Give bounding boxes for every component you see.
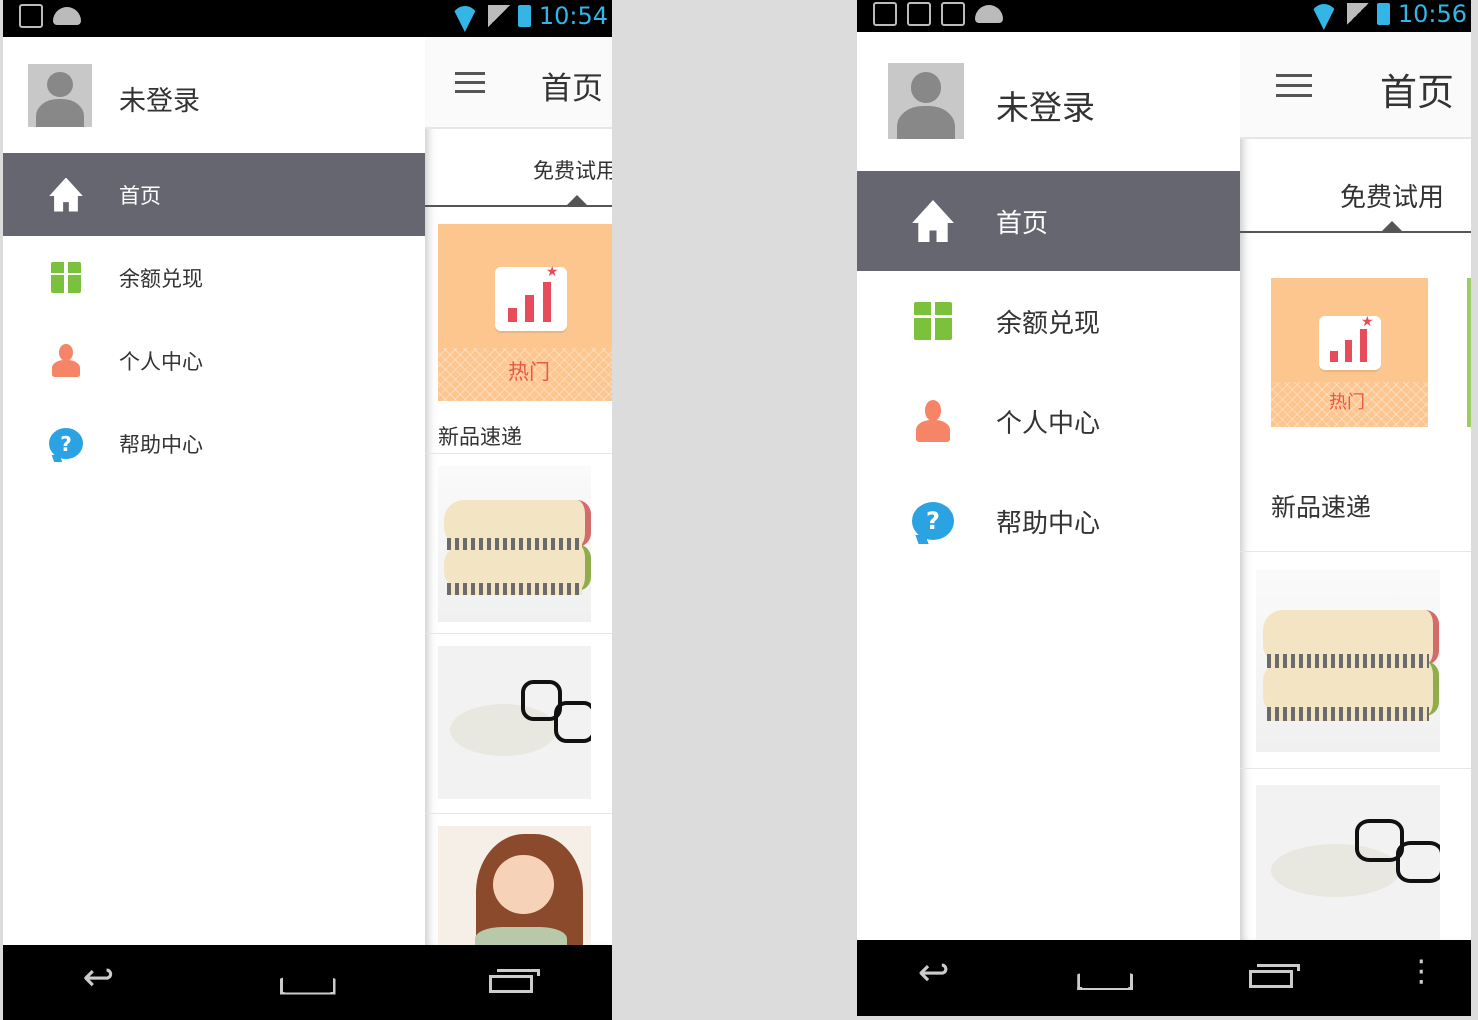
- drawer-item-label: 首页: [119, 183, 161, 208]
- android-icon: [53, 7, 81, 25]
- signal-icon: [1346, 3, 1369, 25]
- page-title: 首页: [541, 71, 603, 107]
- drawer-item-help[interactable]: ? 帮助中心: [857, 471, 1240, 571]
- star-icon: ★: [545, 264, 559, 281]
- back-icon[interactable]: [910, 950, 970, 996]
- chart-icon: ★: [1319, 313, 1381, 370]
- status-bar: 10:54: [3, 0, 612, 37]
- drawer-item-label: 个人中心: [996, 408, 1101, 439]
- help-icon: ?: [912, 500, 954, 542]
- help-icon: ?: [49, 427, 83, 461]
- home-icon: [912, 200, 954, 242]
- notification-icons: [19, 4, 81, 28]
- overflow-menu-icon[interactable]: [1406, 954, 1436, 996]
- battery-icon: [1376, 3, 1390, 25]
- drawer-item-profile[interactable]: 个人中心: [3, 319, 425, 402]
- list-item[interactable]: [425, 453, 612, 634]
- section-title: 新品速递: [1271, 493, 1372, 522]
- hot-label: 热门: [508, 360, 550, 384]
- download-icon: [873, 2, 897, 26]
- drawer-item-home[interactable]: 首页: [3, 153, 425, 236]
- hot-label: 热门: [1329, 392, 1365, 413]
- no-sd-icon: [907, 2, 931, 26]
- star-icon: ★: [1361, 313, 1374, 330]
- signal-icon: [487, 5, 510, 27]
- username: 未登录: [119, 86, 200, 117]
- hot-category-card[interactable]: ★ 热门: [438, 224, 612, 401]
- recent-apps-icon[interactable]: [1241, 960, 1301, 996]
- drawer-item-label: 个人中心: [119, 349, 203, 374]
- product-image: [438, 826, 591, 956]
- list-item[interactable]: [1240, 768, 1471, 941]
- drawer-header[interactable]: 未登录: [857, 32, 1240, 171]
- phone-screen-2: 10:56 首页 免费试用 ★ 热门 新品速递 未登录 首页 余额兑现 个人中心…: [857, 0, 1471, 1016]
- battery-icon: [517, 5, 531, 27]
- drawer-header[interactable]: 未登录: [3, 37, 425, 153]
- system-indicators: 10:56: [1309, 0, 1467, 28]
- product-image: [1256, 785, 1440, 941]
- navigation-drawer: 未登录 首页 余额兑现 个人中心 ? 帮助中心: [3, 37, 425, 945]
- drawer-item-withdraw[interactable]: 余额兑现: [857, 271, 1240, 371]
- list-item[interactable]: [425, 813, 612, 956]
- drawer-item-label: 余额兑现: [119, 266, 203, 291]
- tab-bar: 免费试用: [1240, 139, 1471, 233]
- notification-icons: [873, 2, 1003, 26]
- image-icon: [941, 2, 965, 26]
- drawer-item-profile[interactable]: 个人中心: [857, 371, 1240, 471]
- home-button-icon[interactable]: [278, 965, 338, 1001]
- drawer-item-label: 余额兑现: [996, 308, 1101, 339]
- drawer-item-help[interactable]: ? 帮助中心: [3, 402, 425, 485]
- drawer-item-label: 帮助中心: [119, 432, 203, 457]
- recent-apps-icon[interactable]: [481, 965, 541, 1001]
- drawer-item-label: 帮助中心: [996, 508, 1101, 539]
- app-bar: 首页: [1240, 32, 1471, 139]
- tab-free-trial[interactable]: 免费试用: [1340, 177, 1444, 214]
- tab-bar: 免费试用: [425, 129, 612, 207]
- page-title: 首页: [1380, 71, 1454, 114]
- drawer-item-home[interactable]: 首页: [857, 171, 1240, 271]
- hot-category-card[interactable]: ★ 热门: [1271, 278, 1428, 427]
- menu-icon[interactable]: [455, 72, 485, 93]
- tab-free-trial[interactable]: 免费试用: [533, 155, 612, 185]
- gift-icon: [912, 300, 954, 342]
- download-icon: [19, 4, 43, 28]
- home-content: 首页 免费试用 ★ 热门 新品速递: [425, 37, 612, 956]
- menu-icon[interactable]: [1276, 74, 1312, 98]
- system-nav-bar: [3, 945, 612, 1020]
- person-icon: [49, 343, 83, 378]
- drawer-item-withdraw[interactable]: 余额兑现: [3, 236, 425, 319]
- status-bar: 10:56: [857, 0, 1471, 32]
- home-button-icon[interactable]: [1075, 960, 1135, 996]
- phone-screen-1: 10:54 首页 免费试用 ★ 热门 新品速递 未登录 首页 余额兑现 个人中心…: [3, 0, 612, 1020]
- list-item[interactable]: [425, 633, 612, 814]
- chart-icon: ★: [495, 264, 567, 331]
- drawer-item-label: 首页: [996, 208, 1049, 239]
- product-image: [1256, 570, 1440, 752]
- tab-indicator: [567, 195, 587, 205]
- product-image: [438, 466, 591, 622]
- navigation-drawer: 未登录 首页 余额兑现 个人中心 ? 帮助中心: [857, 32, 1240, 940]
- home-content: 首页 免费试用 ★ 热门 新品速递: [1240, 32, 1471, 941]
- tab-indicator: [1382, 221, 1402, 231]
- person-icon: [912, 400, 954, 442]
- list-item[interactable]: [1240, 551, 1471, 769]
- wifi-icon: [450, 4, 480, 28]
- back-icon[interactable]: [75, 955, 135, 1001]
- android-icon: [975, 5, 1003, 23]
- app-bar: 首页: [425, 37, 612, 129]
- status-clock: 10:56: [1397, 0, 1467, 28]
- wifi-icon: [1309, 2, 1339, 26]
- system-nav-bar: [857, 940, 1471, 1016]
- username: 未登录: [996, 88, 1095, 127]
- home-icon: [49, 178, 83, 212]
- avatar[interactable]: [888, 63, 964, 139]
- gift-icon: [49, 261, 83, 295]
- next-card-edge: [1467, 278, 1471, 427]
- product-image: [438, 646, 591, 799]
- status-clock: 10:54: [538, 2, 608, 30]
- avatar[interactable]: [28, 64, 92, 127]
- system-indicators: 10:54: [450, 2, 608, 30]
- section-title: 新品速递: [438, 425, 522, 449]
